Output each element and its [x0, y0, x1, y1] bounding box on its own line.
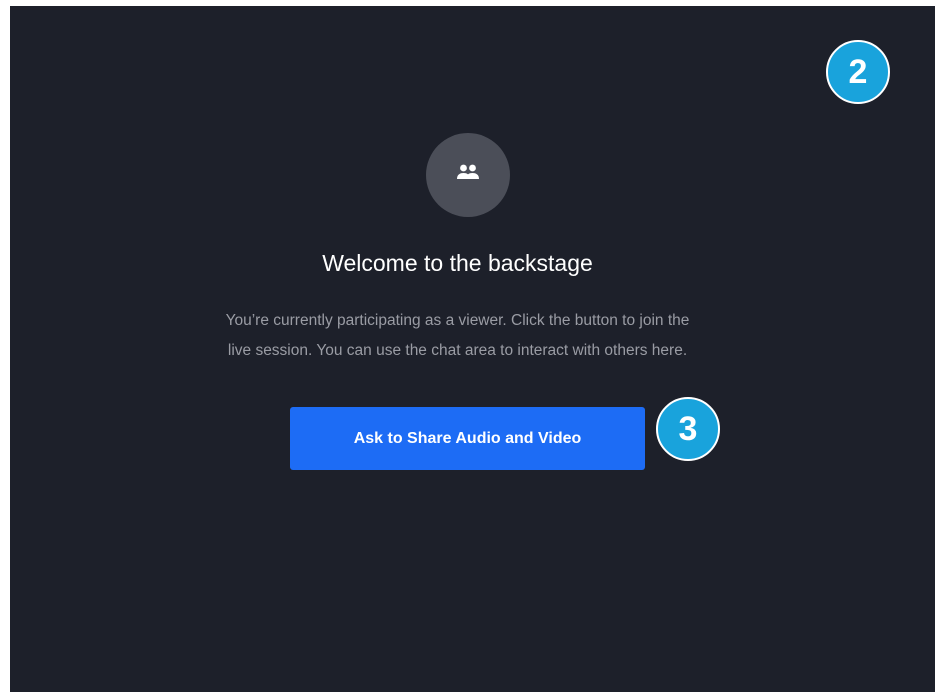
callout-badge-3: 3 — [656, 397, 720, 461]
ask-to-share-audio-video-button[interactable]: Ask to Share Audio and Video — [290, 407, 645, 470]
description-line-2: live session. You can use the chat area … — [227, 342, 688, 359]
welcome-description: You’re currently participating as a view… — [140, 306, 775, 366]
page-title: Welcome to the backstage — [322, 250, 593, 276]
description-line-1: You’re currently participating as a view… — [225, 312, 690, 329]
people-icon — [455, 163, 481, 188]
callout-badge-2: 2 — [826, 40, 890, 104]
participants-avatar — [426, 133, 510, 217]
